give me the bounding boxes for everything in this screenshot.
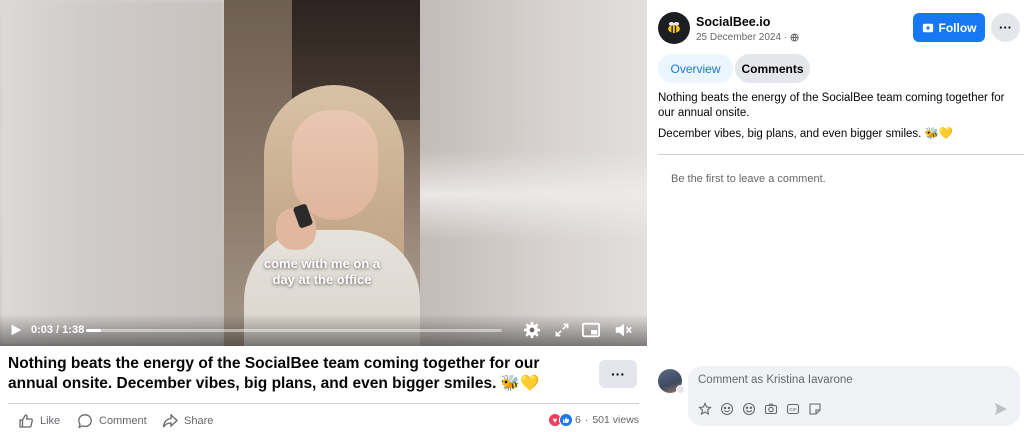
view-count: 501 views [592, 414, 640, 426]
panel-post-text: Nothing beats the energy of the SocialBe… [658, 92, 1005, 119]
reaction-summary[interactable]: ♥ 6 · 501 views [548, 413, 639, 427]
post-date[interactable]: 25 December 2024 · [696, 32, 799, 43]
svg-text:GIF: GIF [789, 407, 797, 412]
post-date-text: 25 December 2024 · [696, 32, 788, 43]
post-side-panel: SocialBee.io 25 December 2024 · Follow ·… [647, 0, 1024, 432]
send-icon[interactable] [993, 401, 1009, 417]
video-player[interactable]: come with me on a day at the office 0:03… [0, 0, 647, 346]
share-arrow-icon [162, 413, 178, 428]
reaction-count: 6 [575, 414, 581, 426]
bee-logo-icon [668, 22, 680, 33]
video-caption-line-2: day at the office [272, 272, 372, 287]
panel-more-button[interactable]: ··· [991, 13, 1020, 42]
video-frame[interactable]: come with me on a day at the office [224, 0, 420, 346]
comment-button[interactable]: Comment [77, 410, 147, 432]
views-separator: · [584, 414, 589, 426]
like-label: Like [40, 415, 61, 427]
video-timecode: 0:03 / 1:38 [31, 324, 85, 336]
globe-icon [790, 33, 799, 42]
post-viewer: come with me on a day at the office 0:03… [0, 0, 1024, 432]
action-divider [8, 403, 639, 404]
camera-icon[interactable] [764, 402, 778, 416]
page-avatar[interactable] [658, 12, 690, 44]
follow-label: Follow [938, 20, 977, 35]
like-reaction-icon [559, 413, 573, 427]
volume-icon[interactable] [612, 320, 634, 340]
follow-button[interactable]: Follow [913, 13, 985, 42]
comment-input[interactable] [698, 374, 998, 386]
page-name[interactable]: SocialBee.io [696, 15, 770, 29]
post-more-button[interactable]: ··· [599, 360, 637, 388]
expand-icon[interactable] [552, 320, 572, 340]
sticker-icon[interactable] [698, 402, 712, 416]
comment-bubble-icon [78, 414, 92, 429]
thumbs-up-icon [19, 414, 33, 428]
post-caption: Nothing beats the energy of the SocialBe… [8, 355, 540, 392]
sticker-pack-icon[interactable] [808, 402, 822, 416]
video-caption-line-1: come with me on a [263, 256, 381, 271]
tab-comments[interactable]: Comments [735, 54, 810, 83]
video-progress-bar[interactable] [86, 329, 502, 332]
picture-in-picture-icon[interactable] [580, 320, 602, 340]
tab-overview[interactable]: Overview [658, 54, 733, 83]
gif-icon[interactable]: GIF [786, 402, 800, 416]
follow-page-icon [922, 23, 933, 32]
video-blur-background-right [420, 0, 647, 346]
share-button[interactable]: Share [162, 410, 213, 432]
comment-label: Comment [99, 415, 147, 427]
panel-divider [658, 154, 1024, 155]
like-button[interactable]: Like [18, 410, 60, 432]
empty-comments-message: Be the first to leave a comment. [671, 173, 826, 185]
emoji-icon[interactable] [742, 402, 756, 416]
share-label: Share [184, 415, 214, 427]
video-progress-fill [86, 329, 101, 332]
video-controls: 0:03 / 1:38 [0, 314, 647, 346]
play-icon[interactable] [8, 322, 24, 338]
comment-composer: GIF [688, 366, 1020, 426]
gear-icon[interactable] [522, 320, 542, 340]
panel-post-text-2: December vibes, big plans, and even bigg… [658, 128, 954, 140]
avatar-sticker-icon[interactable] [720, 402, 734, 416]
video-blur-background-left [0, 0, 224, 346]
user-avatar-badge [676, 385, 685, 394]
